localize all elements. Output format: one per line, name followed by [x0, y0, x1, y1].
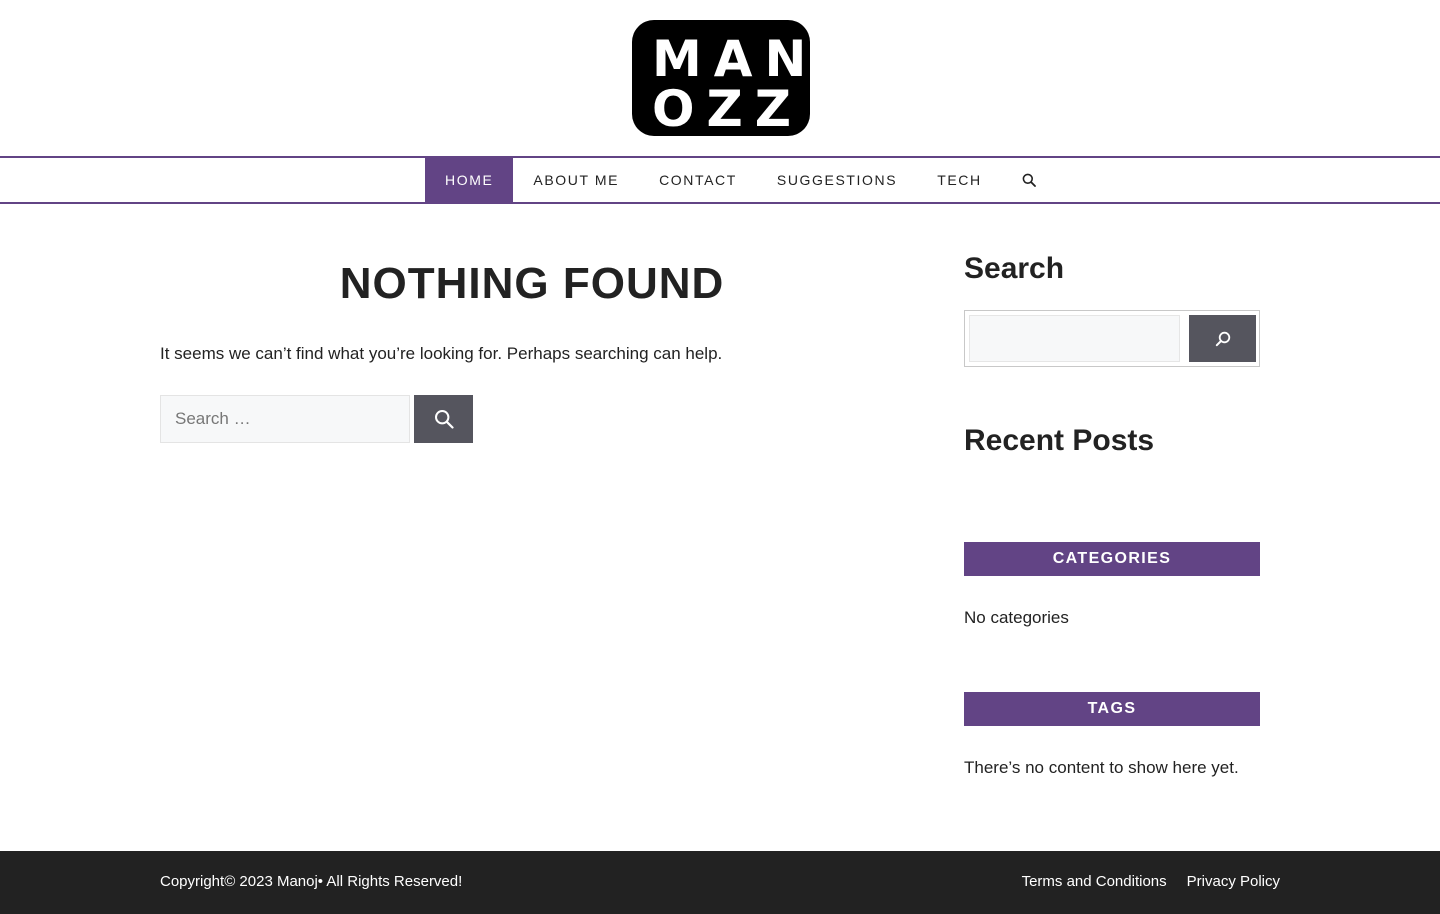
- search-input[interactable]: [160, 395, 410, 443]
- logo-line-2: OZZ: [652, 80, 804, 136]
- search-icon: [1022, 173, 1036, 187]
- nav-item-tech[interactable]: TECH: [917, 158, 1002, 202]
- search-submit-button[interactable]: [414, 395, 473, 443]
- site-header: MAN OZZ: [0, 0, 1440, 156]
- page-title: NOTHING FOUND: [339, 259, 725, 308]
- search-widget: [964, 310, 1260, 367]
- site-logo[interactable]: MAN OZZ: [632, 20, 810, 136]
- search-widget-title: Search: [964, 252, 1065, 285]
- tags-header: TAGS: [964, 692, 1260, 726]
- nav-item-home[interactable]: HOME: [425, 158, 514, 202]
- nav-item-about-me[interactable]: ABOUT ME: [513, 158, 639, 202]
- nav-item-suggestions[interactable]: SUGGESTIONS: [757, 158, 917, 202]
- recent-posts-title: Recent Posts: [964, 424, 1155, 457]
- footer-link-privacy[interactable]: Privacy Policy: [1187, 873, 1280, 890]
- nav-item-contact[interactable]: CONTACT: [639, 158, 757, 202]
- logo-line-1: MAN: [652, 30, 810, 88]
- categories-empty-text: No categories: [964, 608, 1069, 627]
- main-navigation: HOME ABOUT ME CONTACT SUGGESTIONS TECH: [0, 156, 1440, 204]
- copyright-text: Copyright© 2023 Manoj• All Rights Reserv…: [160, 873, 463, 890]
- tags-empty-text: There’s no content to show here yet.: [964, 758, 1239, 777]
- search-icon: [434, 410, 454, 429]
- footer-link-terms[interactable]: Terms and Conditions: [1022, 873, 1167, 890]
- sidebar-search-input[interactable]: [969, 315, 1180, 362]
- categories-header: CATEGORIES: [964, 542, 1260, 576]
- footer-links: Terms and Conditions Privacy Policy: [1002, 873, 1280, 890]
- sidebar-search-button[interactable]: [1189, 315, 1256, 362]
- not-found-message: It seems we can’t find what you’re looki…: [160, 344, 723, 363]
- search-form: [160, 395, 473, 443]
- site-footer: Copyright© 2023 Manoj• All Rights Reserv…: [0, 851, 1440, 914]
- search-icon: [1215, 331, 1230, 346]
- nav-search-toggle[interactable]: [1002, 158, 1056, 202]
